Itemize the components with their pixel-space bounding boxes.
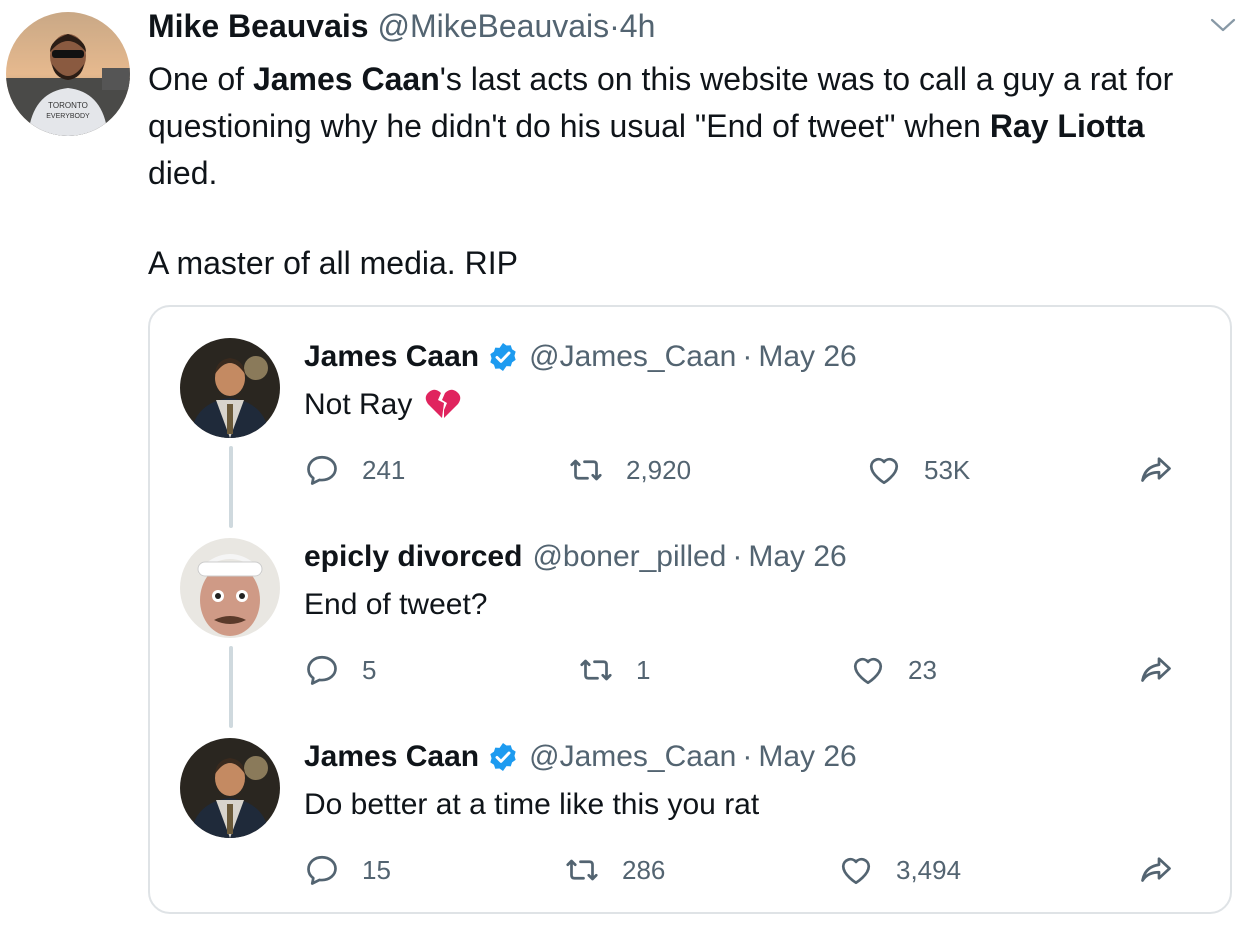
retweet-count: 1 <box>636 654 651 685</box>
separator-dot: · <box>742 340 753 373</box>
tweet-date[interactable]: May 26 <box>748 540 846 574</box>
like-count: 53K <box>924 454 971 485</box>
share-button[interactable] <box>1138 652 1174 688</box>
thread-tweet-header: epicly divorced @boner_pilled · May 26 <box>304 540 847 574</box>
chevron-down-icon[interactable] <box>1208 14 1238 36</box>
avatar[interactable] <box>180 738 280 838</box>
tweet-date[interactable]: May 26 <box>758 340 856 374</box>
like-button[interactable]: 23 <box>850 652 937 688</box>
share-icon <box>1141 657 1171 682</box>
reply-button[interactable]: 5 <box>304 652 376 688</box>
separator-dot: · <box>742 740 753 773</box>
separator-dot: · <box>732 540 743 573</box>
tweet-text-bold: James Caan <box>252 61 440 97</box>
like-icon <box>853 657 883 685</box>
reply-icon <box>307 455 337 485</box>
author-handle[interactable]: @James_Caan <box>529 340 736 374</box>
thread-connector <box>229 446 233 528</box>
svg-text:TORONTO: TORONTO <box>48 101 88 110</box>
author-name[interactable]: James Caan <box>304 740 479 774</box>
like-button[interactable]: 53K <box>866 452 970 488</box>
retweet-button[interactable]: 2,920 <box>568 452 691 488</box>
like-count: 3,494 <box>896 854 962 885</box>
share-button[interactable] <box>1138 852 1174 888</box>
reply-icon <box>307 655 337 685</box>
like-icon <box>869 457 899 485</box>
tweet-text-segment: died. <box>148 155 218 191</box>
retweet-count: 286 <box>622 854 666 885</box>
tweet-text: Not Ray <box>304 388 413 421</box>
reply-button[interactable]: 15 <box>304 852 391 888</box>
svg-text:EVERYBODY: EVERYBODY <box>46 113 90 120</box>
retweet-icon <box>566 859 598 881</box>
avatar[interactable] <box>180 538 280 638</box>
author-handle[interactable]: @MikeBeauvais <box>377 8 609 44</box>
retweet-count: 2,920 <box>626 454 692 485</box>
author-handle[interactable]: @boner_pilled <box>532 540 726 574</box>
thread-tweet-header: James Caan @James_Caan · May 26 <box>304 740 857 774</box>
thread-tweet-header: James Caan @James_Caan · May 26 <box>304 340 857 374</box>
reply-button[interactable]: 241 <box>304 452 405 488</box>
reply-count: 241 <box>362 454 406 485</box>
author-handle[interactable]: @James_Caan <box>529 740 736 774</box>
tweet-text-line2: A master of all media. RIP <box>148 245 518 281</box>
avatar[interactable] <box>180 338 280 438</box>
verified-badge-icon <box>490 743 516 771</box>
author-name[interactable]: epicly divorced <box>304 540 522 574</box>
like-button[interactable]: 3,494 <box>838 852 961 888</box>
author-name[interactable]: Mike Beauvais <box>148 8 369 44</box>
verified-badge-icon <box>490 343 516 371</box>
like-count: 23 <box>908 654 937 685</box>
retweet-button[interactable]: 286 <box>564 852 665 888</box>
share-button[interactable] <box>1138 452 1174 488</box>
broken-heart-icon <box>425 389 460 418</box>
thread-tweet-text: Do better at a time like this you rat <box>304 788 760 821</box>
tweet-header: Mike Beauvais @MikeBeauvais·4h <box>148 8 655 45</box>
reply-icon <box>307 855 337 885</box>
separator-dot: · <box>609 8 620 44</box>
thread-tweet-text: End of tweet? <box>304 588 488 621</box>
retweet-icon <box>580 659 612 681</box>
tweet-text: One of James Caan's last acts on this we… <box>148 56 1218 197</box>
share-icon <box>1141 857 1171 882</box>
author-name[interactable]: James Caan <box>304 340 479 374</box>
thread-tweet-text: Not Ray <box>304 388 461 422</box>
like-icon <box>841 857 871 885</box>
retweet-button[interactable]: 1 <box>578 652 650 688</box>
author-avatar[interactable]: TORONTO EVERYBODY <box>6 12 130 136</box>
thread-connector <box>229 646 233 728</box>
share-icon <box>1141 457 1171 482</box>
retweet-icon <box>570 459 602 481</box>
reply-count: 5 <box>362 654 377 685</box>
tweet-text-segment: One of <box>148 61 253 97</box>
tweet-time[interactable]: 4h <box>620 8 656 44</box>
tweet-text-bold: Ray Liotta <box>989 108 1145 144</box>
tweet-date[interactable]: May 26 <box>758 740 856 774</box>
reply-count: 15 <box>362 854 391 885</box>
